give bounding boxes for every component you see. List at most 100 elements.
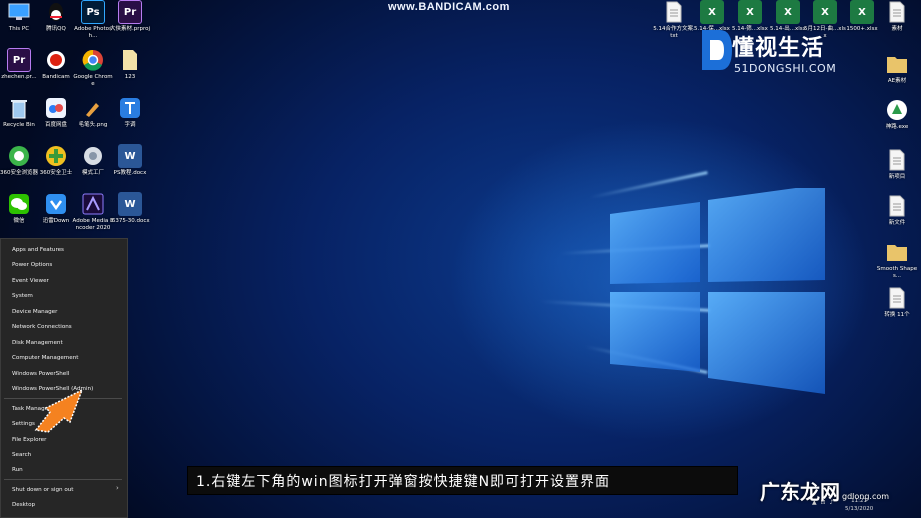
pen-image-icon (81, 96, 105, 120)
adobe-media-encoder-icon (81, 192, 105, 216)
desktop-icon-label: 新项目 (888, 174, 906, 180)
desktop-icon-baidu-netdisk[interactable]: 百度网盘 (37, 96, 75, 129)
menu-file-explorer[interactable]: File Explorer (12, 437, 46, 443)
ps-tutorial-docx-icon: W (118, 144, 142, 168)
xlsx-1-icon: X (700, 0, 724, 24)
sucai-icon (885, 0, 909, 24)
desktop-icon-ae-sucai[interactable]: AE素材 (878, 52, 916, 85)
desktop-icon-label: 毛笔头.png (78, 122, 108, 128)
desktop-icon-xlsx-2[interactable]: X 5.14-筛...xlsx (731, 0, 769, 33)
desktop-icon-zhuanhuan[interactable]: 转换 11个 (878, 286, 916, 319)
desktop-icon-label: 360安全卫士 (39, 170, 73, 176)
desktop-icon-zhechen-pr[interactable]: Pr zhechen.pr... (0, 48, 38, 81)
windows-logo-panes (610, 188, 825, 394)
desktop-icon-360-safe[interactable]: 360安全卫士 (37, 144, 75, 177)
system-tray-icons[interactable]: ▲ ⊡ ♪ (812, 499, 834, 506)
desktop-icon-zitiao[interactable]: 字调 (111, 96, 149, 129)
mofa-gongchang-icon (81, 144, 105, 168)
dongshi-logo-text: 懂视生活 (732, 36, 825, 61)
desktop-icon-ps-tutorial-docx[interactable]: W PS教程.docx (111, 144, 149, 177)
desktop-icon-label: 大侠素材.prproj (109, 26, 151, 32)
desktop-icon-label: zhechen.pr... (1, 74, 37, 80)
desktop-icon-adobe-media-encoder[interactable]: Adobe Media Encoder 2020 (73, 192, 113, 231)
menu-settings[interactable]: Settings (12, 421, 35, 427)
baidu-netdisk-icon (44, 96, 68, 120)
desktop-icon-shenlu-exe[interactable]: 神路.exe (878, 98, 916, 131)
xlsx-3-icon: X (776, 0, 800, 24)
desktop-icon-label: 123 (124, 74, 136, 80)
desktop-icon-label: 微信 (13, 218, 25, 224)
wechat-icon (7, 192, 31, 216)
desktop-icon-mofa-gongchang[interactable]: 模式工厂 (74, 144, 112, 177)
desktop-icon-docx-file[interactable]: Wl6375-30.docx (110, 192, 150, 225)
menu-search[interactable]: Search (12, 452, 31, 458)
desktop-icon-label: 模式工厂 (81, 170, 104, 176)
desktop-icon-google-chrome[interactable]: Google Chrome (73, 48, 113, 87)
menu-event-viewer[interactable]: Event Viewer (12, 278, 49, 284)
chevron-right-icon: › (116, 484, 119, 492)
taskbar-clock[interactable]: 11:21 5/13/2020 (845, 497, 873, 513)
desktop-icon-label: Google Chrome (73, 74, 113, 87)
txt-file-icon (662, 0, 686, 24)
menu-system[interactable]: System (12, 293, 33, 299)
desktop-icon-bandicam[interactable]: Bandicam (37, 48, 75, 81)
desktop-icon-wechat[interactable]: 微信 (0, 192, 38, 225)
desktop-icon-recycle-bin[interactable]: Recycle Bin (0, 96, 38, 129)
desktop-icon-txt-file[interactable]: 5.14合作方文案.txt (653, 0, 695, 39)
desktop-icon-label: l6375-30.docx (110, 218, 150, 224)
desktop-icon-tencent-qq[interactable]: 腾讯QQ (37, 0, 75, 33)
desktop-icon-label: 素材 (891, 26, 903, 32)
menu-desktop[interactable]: Desktop (12, 502, 35, 508)
ae-sucai-icon (885, 52, 909, 76)
menu-apps-and-features[interactable]: Apps and Features (12, 247, 64, 253)
desktop-icon-label: 360安全浏览器 (0, 170, 38, 176)
menu-network-connections[interactable]: Network Connections (12, 324, 72, 330)
adobe-photoshop-icon: Ps (81, 0, 105, 24)
desktop-icon-label: Bandicam (42, 74, 70, 80)
menu-disk-management[interactable]: Disk Management (12, 340, 63, 346)
dongshi-logo-domain: 51DONGSHI.COM (734, 62, 837, 75)
desktop-icon-label: 迅雷Down (42, 218, 70, 224)
desktop-icon-label: 百度网盘 (44, 122, 67, 128)
this-pc-icon (7, 0, 31, 24)
desktop-icon-label: 5.14合作方文案.txt (653, 26, 695, 39)
zitiao-icon (118, 96, 142, 120)
tencent-qq-icon (44, 0, 68, 24)
desktop-icon-xin-xiangmu[interactable]: 新项目 (878, 148, 916, 181)
google-chrome-icon (81, 48, 105, 72)
menu-windows-powershell[interactable]: Windows PowerShell (12, 371, 69, 377)
desktop-icon-this-pc[interactable]: This PC (0, 0, 38, 33)
menu-device-manager[interactable]: Device Manager (12, 309, 57, 315)
desktop-icon-xin-wenjian[interactable]: 新文件 (878, 194, 916, 227)
desktop-icon-pen-image[interactable]: 毛笔头.png (74, 96, 112, 129)
desktop-icon-xunlei[interactable]: 迅雷Down (37, 192, 75, 225)
dongshi-logo-icon (702, 30, 732, 70)
desktop-icon-smooth-shapes[interactable]: Smooth Shapes... (876, 240, 918, 279)
desktop-icon-label: Recycle Bin (3, 122, 35, 128)
menu-computer-management[interactable]: Computer Management (12, 355, 78, 361)
desktop-icon-file-123[interactable]: 123 (111, 48, 149, 81)
desktop-icon-adobe-photoshop[interactable]: Ps Adobe Photosh... (74, 0, 112, 39)
desktop-icon-360-browser[interactable]: 360安全浏览器 (0, 144, 38, 177)
menu-separator (4, 479, 122, 480)
menu-shut-down-or-sign-out[interactable]: Shut down or sign out (12, 487, 74, 493)
pointer-arrow-icon (34, 388, 84, 433)
desktop-icon-xlsx-3[interactable]: X 5.14-出...xlsx (769, 0, 807, 33)
zhuanhuan-icon (885, 286, 909, 310)
file-123-icon (118, 48, 142, 72)
desktop-icon-label: PS教程.docx (113, 170, 147, 176)
desktop-icon-label: 神路.exe (885, 124, 909, 130)
desktop-icon-label: This PC (8, 26, 30, 32)
desktop-icon-label: Adobe Photosh... (74, 26, 112, 39)
dongshi-logo: 懂视生活 51DONGSHI.COM (698, 26, 836, 78)
menu-run[interactable]: Run (12, 467, 23, 473)
desktop-icon-label: 转换 11个 (884, 312, 910, 318)
desktop-icon-label: Smooth Shapes... (876, 266, 918, 279)
360-browser-icon (7, 144, 31, 168)
desktop-icon-premiere-project[interactable]: Pr 大侠素材.prproj (109, 0, 151, 33)
360-safe-icon (44, 144, 68, 168)
xlsx-2-icon: X (738, 0, 762, 24)
desktop-icon-sucai[interactable]: 素材 (878, 0, 916, 33)
menu-power-options[interactable]: Power Options (12, 262, 52, 268)
premiere-project-icon: Pr (118, 0, 142, 24)
